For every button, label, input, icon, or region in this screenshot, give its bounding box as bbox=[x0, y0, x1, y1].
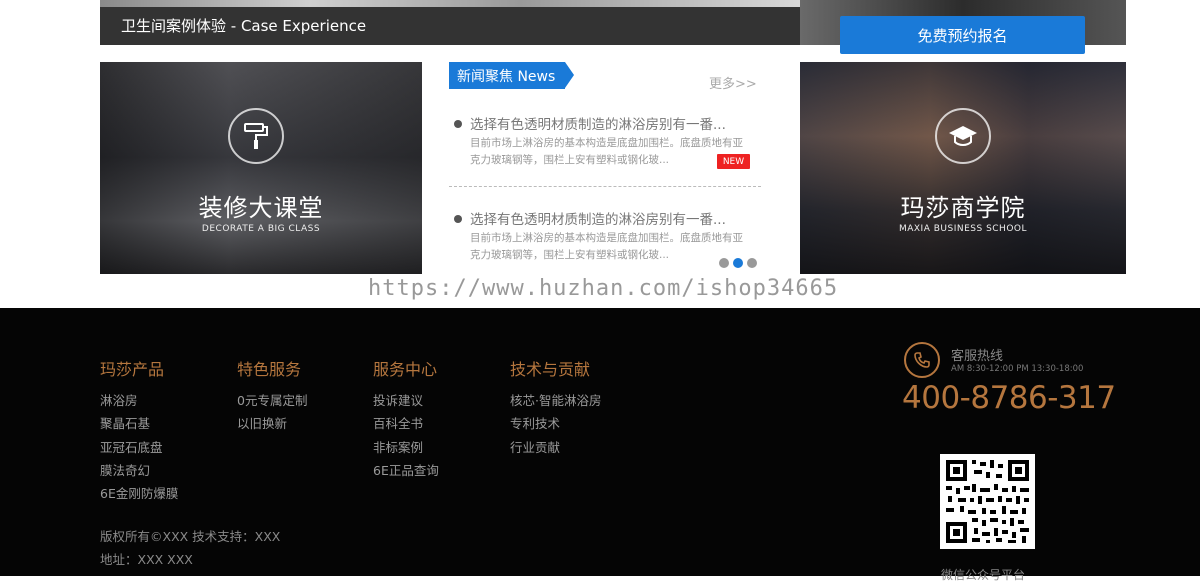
news-item-desc: 目前市场上淋浴房的基本构造是底盘加围栏。底盘质地有亚克力玻璃钢等，围栏上安有塑料… bbox=[470, 232, 743, 261]
footer-link[interactable]: 核芯·智能淋浴房 bbox=[510, 390, 601, 409]
business-school-panel[interactable]: 玛莎商学院 MAXIA BUSINESS SCHOOL bbox=[800, 62, 1126, 274]
case-experience-bar[interactable]: 卫生间案例体验 - Case Experience bbox=[100, 0, 800, 45]
footer-link[interactable]: 非标案例 bbox=[373, 437, 423, 456]
footer-link[interactable]: 6E金刚防爆膜 bbox=[100, 483, 178, 502]
footer-link[interactable]: 投诉建议 bbox=[373, 390, 423, 409]
news-item-title[interactable]: 选择有色透明材质制造的淋浴房别有一番... bbox=[470, 113, 726, 133]
footer-link[interactable]: 亚冠石底盘 bbox=[100, 437, 163, 456]
case-experience-title: 卫生间案例体验 - Case Experience bbox=[121, 17, 367, 35]
graduation-cap-icon bbox=[935, 108, 991, 164]
paint-roller-icon bbox=[228, 108, 284, 164]
footer-col-products-heading: 玛莎产品 bbox=[100, 360, 165, 379]
news-pager-dot-3[interactable] bbox=[747, 258, 757, 268]
address-text: 地址：XXX XXX bbox=[100, 552, 193, 567]
business-school-title: 玛莎商学院 bbox=[900, 194, 1026, 222]
footer-link[interactable]: 百科全书 bbox=[373, 413, 423, 432]
wechat-qr-code bbox=[940, 454, 1035, 549]
decorate-class-title: 装修大课堂 bbox=[198, 194, 324, 222]
footer-col-service-center-heading: 服务中心 bbox=[373, 360, 438, 379]
watermark-text: https://www.huzhan.com/ishop34665 bbox=[368, 276, 839, 301]
phone-icon bbox=[904, 342, 940, 378]
hotline-hours: AM 8:30-12:00 PM 13:30-18:00 bbox=[951, 364, 1084, 374]
copyright-text: 版权所有©XXX 技术支持：XXX bbox=[100, 529, 281, 544]
hotline-label: 客服热线 bbox=[951, 349, 1004, 364]
footer-link[interactable]: 以旧换新 bbox=[237, 413, 287, 432]
footer-link[interactable]: 专利技术 bbox=[510, 413, 560, 432]
footer-link[interactable]: 聚晶石基 bbox=[100, 413, 150, 432]
decorate-class-panel[interactable]: 装修大课堂 DECORATE A BIG CLASS bbox=[100, 62, 422, 274]
footer-link[interactable]: 6E正品查询 bbox=[373, 460, 439, 479]
footer-link[interactable]: 0元专属定制 bbox=[237, 390, 307, 409]
footer-col-tech-heading: 技术与贡献 bbox=[510, 360, 591, 379]
business-school-subtitle: MAXIA BUSINESS SCHOOL bbox=[898, 224, 1028, 234]
footer-link[interactable]: 淋浴房 bbox=[100, 390, 138, 409]
news-tag-label: 新闻聚焦 News bbox=[457, 68, 556, 85]
news-tag: 新闻聚焦 News bbox=[449, 62, 575, 89]
news-pager-dot-1[interactable] bbox=[719, 258, 729, 268]
footer-link[interactable]: 膜法奇幻 bbox=[100, 460, 150, 479]
footer-link[interactable]: 行业贡献 bbox=[510, 437, 560, 456]
news-more-link[interactable]: 更多>> bbox=[709, 73, 757, 92]
news-item-desc: 目前市场上淋浴房的基本构造是底盘加围栏。底盘质地有亚克力玻璃钢等，围栏上安有塑料… bbox=[470, 137, 743, 166]
case-image-strip bbox=[100, 0, 800, 7]
news-item-title[interactable]: 选择有色透明材质制造的淋浴房别有一番... bbox=[470, 208, 726, 228]
bullet-icon bbox=[454, 215, 462, 223]
qr-caption: 微信公众号平台 bbox=[941, 568, 1026, 582]
footer-col-services-heading: 特色服务 bbox=[237, 360, 302, 379]
news-divider bbox=[449, 186, 761, 187]
decorate-class-subtitle: DECORATE A BIG CLASS bbox=[201, 224, 321, 234]
news-pager-dot-2[interactable] bbox=[733, 258, 743, 268]
new-badge: NEW bbox=[717, 154, 750, 169]
hotline-number: 400-8786-317 bbox=[902, 380, 1116, 416]
free-signup-button[interactable]: 免费预约报名 bbox=[840, 16, 1085, 54]
bullet-icon bbox=[454, 120, 462, 128]
